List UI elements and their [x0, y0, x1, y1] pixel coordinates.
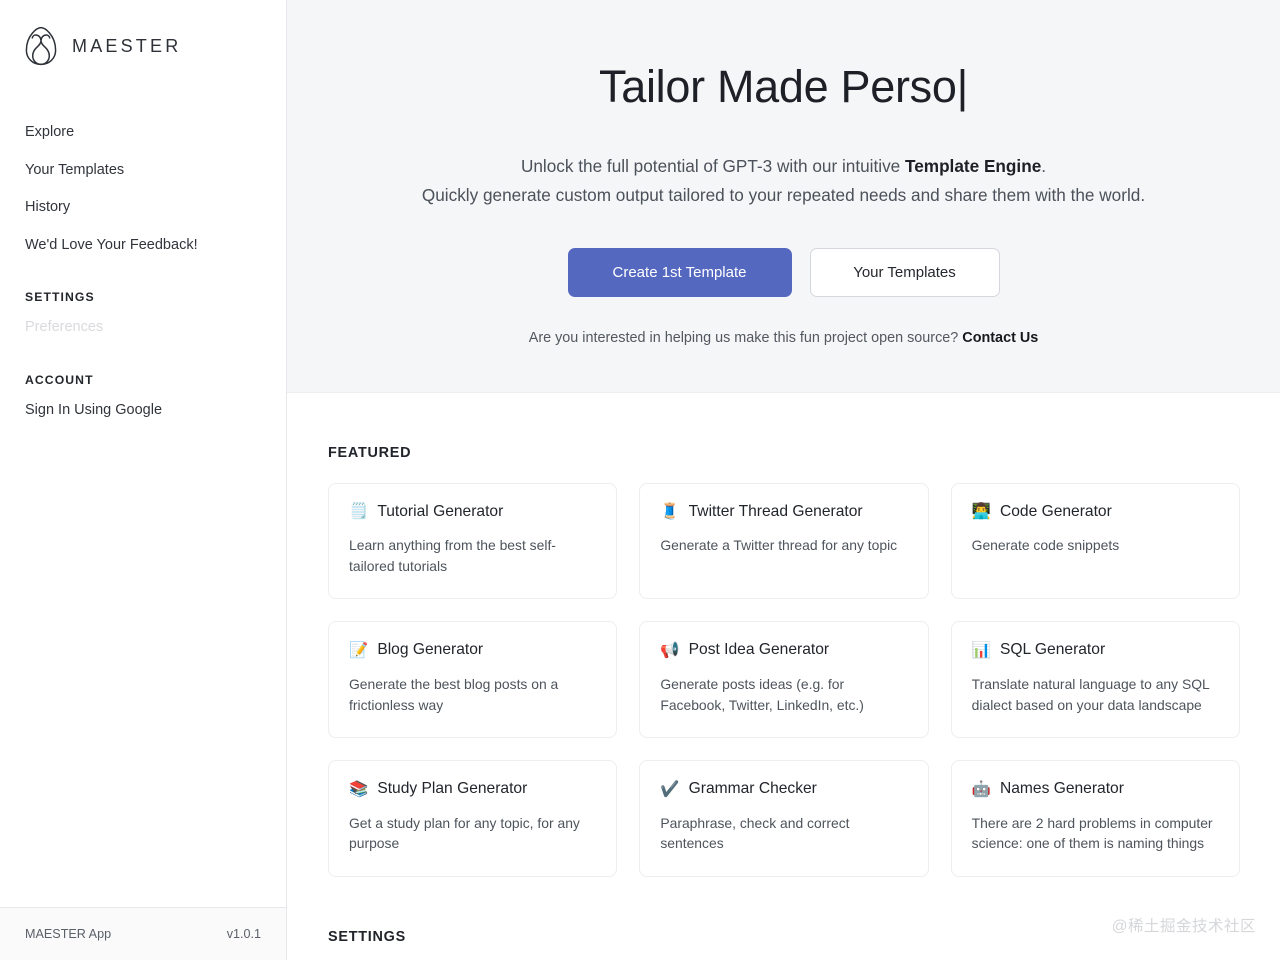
card-description: There are 2 hard problems in computer sc… [971, 814, 1213, 852]
card-title: Names Generator [999, 779, 1124, 797]
contact-us-link[interactable]: Contact Us [962, 330, 1038, 346]
sidebar-item-preferences: Preferences [25, 319, 104, 336]
card-title: Tutorial Generator [377, 502, 504, 520]
app-version-label: v1.0.1 [226, 927, 261, 941]
hero-subtitle-line1-pre: Unlock the full potential of GPT-3 with … [520, 156, 905, 176]
sidebar-nav: Explore Your Templates History We'd Love… [0, 114, 286, 429]
robot-icon: 🤖 [971, 780, 991, 798]
template-card[interactable]: 📊 SQL Generator Translate natural langua… [950, 621, 1240, 738]
check-mark-icon: ✔️ [660, 780, 680, 798]
featured-section: FEATURED 🗒️ Tutorial Generator Learn any… [287, 445, 1280, 945]
sidebar-section-settings: SETTINGS [25, 290, 95, 305]
main-content: Tailor Made Perso| Unlock the full poten… [287, 0, 1280, 960]
thread-spool-icon: 🧵 [660, 503, 680, 521]
hero-subtitle-line2: Quickly generate custom output tailored … [421, 184, 1146, 205]
hero-title-text: Tailor Made Perso [599, 61, 957, 112]
sidebar-item-history[interactable]: History [0, 189, 286, 227]
card-header: 📢 Post Idea Generator [660, 641, 907, 660]
create-first-template-button[interactable]: Create 1st Template [567, 247, 792, 297]
bar-chart-icon: 📊 [971, 641, 991, 659]
card-title: Grammar Checker [688, 779, 817, 797]
template-card[interactable]: 🧵 Twitter Thread Generator Generate a Tw… [639, 482, 929, 600]
template-card[interactable]: 📝 Blog Generator Generate the best blog … [328, 621, 618, 738]
sidebar-footer: MAESTER App v1.0.1 [0, 907, 286, 960]
sidebar-item-feedback[interactable]: We'd Love Your Feedback! [0, 227, 286, 265]
sidebar-section-account: ACCOUNT [25, 372, 94, 387]
sidebar-item-your-templates[interactable]: Your Templates [0, 152, 286, 190]
template-card[interactable]: ✔️ Grammar Checker Paraphrase, check and… [639, 759, 929, 877]
your-templates-button[interactable]: Your Templates [809, 247, 1000, 297]
maester-tulip-logo-icon [25, 26, 57, 66]
featured-grid: 🗒️ Tutorial Generator Learn anything fro… [328, 482, 1240, 877]
card-title: Post Idea Generator [688, 641, 830, 659]
card-description: Generate a Twitter thread for any topic [660, 537, 898, 554]
sidebar-item-explore[interactable]: Explore [0, 114, 286, 152]
card-header: 📝 Blog Generator [349, 641, 596, 660]
sidebar-item-sign-in-google[interactable]: Sign In Using Google [0, 392, 286, 430]
card-header: 🤖 Names Generator [972, 780, 1219, 799]
card-title: SQL Generator [999, 641, 1106, 659]
card-description: Learn anything from the best self-tailor… [349, 537, 556, 574]
card-description: Translate natural language to any SQL di… [971, 676, 1210, 713]
hero-actions: Create 1st Template Your Templates [327, 247, 1240, 297]
template-card[interactable]: 🗒️ Tutorial Generator Learn anything fro… [328, 482, 618, 600]
card-header: 🧵 Twitter Thread Generator [660, 503, 907, 522]
brand[interactable]: MAESTER [0, 0, 286, 66]
card-header: 👨‍💻 Code Generator [972, 503, 1219, 522]
hero-subtitle: Unlock the full potential of GPT-3 with … [327, 152, 1240, 210]
books-icon: 📚 [349, 780, 369, 798]
spiral-notepad-icon: 🗒️ [349, 503, 369, 521]
card-title: Study Plan Generator [377, 779, 528, 797]
hero-subtitle-bold: Template Engine [905, 156, 1042, 176]
template-card[interactable]: 📢 Post Idea Generator Generate posts ide… [639, 621, 929, 738]
brand-name: MAESTER [72, 35, 182, 56]
card-description: Get a study plan for any topic, for any … [349, 814, 580, 852]
card-title: Code Generator [999, 502, 1112, 520]
card-description: Generate posts ideas (e.g. for Facebook,… [660, 676, 864, 713]
card-header: 📚 Study Plan Generator [349, 780, 596, 799]
memo-icon: 📝 [349, 641, 369, 659]
card-title: Twitter Thread Generator [688, 502, 863, 520]
featured-heading: FEATURED [328, 444, 412, 461]
card-header: 📊 SQL Generator [972, 641, 1219, 660]
hero-subtitle-line1-post: . [1041, 156, 1047, 176]
sidebar: MAESTER Explore Your Templates History W… [0, 0, 287, 960]
card-description: Generate the best blog posts on a fricti… [349, 676, 559, 713]
hero-section: Tailor Made Perso| Unlock the full poten… [287, 0, 1280, 393]
template-card[interactable]: 👨‍💻 Code Generator Generate code snippet… [950, 482, 1240, 600]
app-name-label: MAESTER App [25, 927, 112, 941]
template-card[interactable]: 📚 Study Plan Generator Get a study plan … [328, 759, 618, 877]
open-source-note-text: Are you interested in helping us make th… [528, 329, 963, 346]
card-header: ✔️ Grammar Checker [660, 780, 907, 799]
app-root: MAESTER Explore Your Templates History W… [0, 0, 1280, 960]
open-source-note: Are you interested in helping us make th… [327, 330, 1240, 346]
card-header: 🗒️ Tutorial Generator [349, 503, 596, 522]
settings-heading: SETTINGS [328, 928, 406, 945]
loudspeaker-icon: 📢 [660, 641, 680, 659]
card-description: Generate code snippets [971, 537, 1120, 554]
card-description: Paraphrase, check and correct sentences [660, 814, 850, 852]
technologist-icon: 👨‍💻 [971, 503, 991, 521]
page-title: Tailor Made Perso| [327, 61, 1240, 118]
card-title: Blog Generator [377, 641, 484, 659]
typing-caret: | [956, 61, 969, 112]
template-card[interactable]: 🤖 Names Generator There are 2 hard probl… [950, 759, 1240, 877]
